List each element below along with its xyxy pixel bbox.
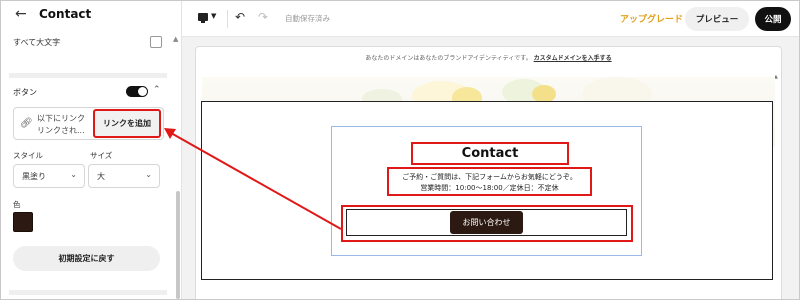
section-divider: [9, 290, 167, 295]
contact-desc-line2: 営業時間：10:00〜18:00／定休日：不定休: [420, 184, 559, 192]
style-select-value: 黒塗り: [22, 172, 46, 181]
top-toolbar: ▼ ↶ ↷ 自動保存済み アップグレード プレビュー 公開: [182, 1, 799, 37]
device-select[interactable]: ▼: [198, 12, 220, 26]
desktop-stand: [201, 21, 205, 23]
desktop-icon: [198, 13, 208, 21]
section-divider: [9, 73, 167, 78]
contact-title[interactable]: Contact: [411, 142, 569, 165]
button-section-label: ボタン: [13, 88, 37, 97]
redo-icon[interactable]: ↷: [258, 10, 268, 24]
link-text-line2: リンクされ...: [37, 126, 85, 135]
autosave-status: 自動保存済み: [285, 14, 330, 23]
undo-icon[interactable]: ↶: [235, 10, 245, 24]
publish-button[interactable]: 公開: [755, 7, 791, 31]
size-label: サイズ: [90, 151, 113, 160]
link-text-line1: 以下にリンク: [37, 114, 85, 123]
link-icon: 🔗︎: [20, 118, 33, 129]
settings-panel: ← Contact ▲ すべて大文字 ボタン ⌃ 🔗︎ 以下にリンク リンクされ…: [1, 1, 182, 299]
panel-scrollbar[interactable]: [176, 191, 180, 299]
custom-domain-link[interactable]: カスタムドメインを入手する: [534, 55, 612, 62]
button-toggle[interactable]: [126, 86, 148, 97]
contact-desc-line1: ご予約・ご質問は、下記フォームからお気軽にどうぞ。: [402, 173, 577, 181]
chevron-down-icon: ⌄: [145, 170, 152, 179]
link-text: 以下にリンク リンクされ...: [37, 113, 92, 137]
arrow-left-icon[interactable]: ←: [15, 6, 27, 22]
chevron-up-icon[interactable]: ⌃: [153, 85, 161, 95]
all-caps-checkbox[interactable]: [150, 36, 162, 48]
caret-down-icon: ▼: [211, 12, 217, 20]
panel-title: Contact: [39, 7, 92, 21]
color-swatch[interactable]: [13, 212, 33, 232]
style-select[interactable]: 黒塗り ⌄: [13, 164, 85, 188]
domain-banner-text: あなたのドメインはあなたのブランドアイデンティティです。: [365, 55, 532, 62]
preview-button[interactable]: プレビュー: [685, 7, 749, 31]
toolbar-divider: [227, 10, 228, 28]
app-window: ← Contact ▲ すべて大文字 ボタン ⌃ 🔗︎ 以下にリンク リンクされ…: [0, 0, 800, 300]
scroll-up-icon[interactable]: ▲: [173, 35, 178, 43]
toggle-knob: [138, 87, 147, 96]
contact-button[interactable]: お問い合わせ: [450, 211, 523, 234]
chevron-down-icon: ⌄: [70, 170, 77, 179]
reset-defaults-button[interactable]: 初期設定に戻す: [13, 246, 160, 271]
all-caps-label: すべて大文字: [13, 38, 61, 47]
all-caps-row: すべて大文字: [13, 36, 163, 51]
panel-header: ← Contact: [1, 1, 182, 29]
size-select-value: 大: [97, 172, 105, 181]
contact-description[interactable]: ご予約・ご質問は、下記フォームからお気軽にどうぞ。 営業時間：10:00〜18:…: [387, 167, 592, 196]
size-select[interactable]: 大 ⌄: [88, 164, 160, 188]
add-link-button[interactable]: リンクを追加: [93, 109, 161, 138]
style-label: スタイル: [13, 151, 43, 160]
color-label: 色: [13, 200, 21, 209]
upgrade-link[interactable]: アップグレード: [620, 12, 683, 25]
domain-banner: あなたのドメインはあなたのブランドアイデンティティです。 カスタムドメインを入手…: [196, 53, 781, 67]
